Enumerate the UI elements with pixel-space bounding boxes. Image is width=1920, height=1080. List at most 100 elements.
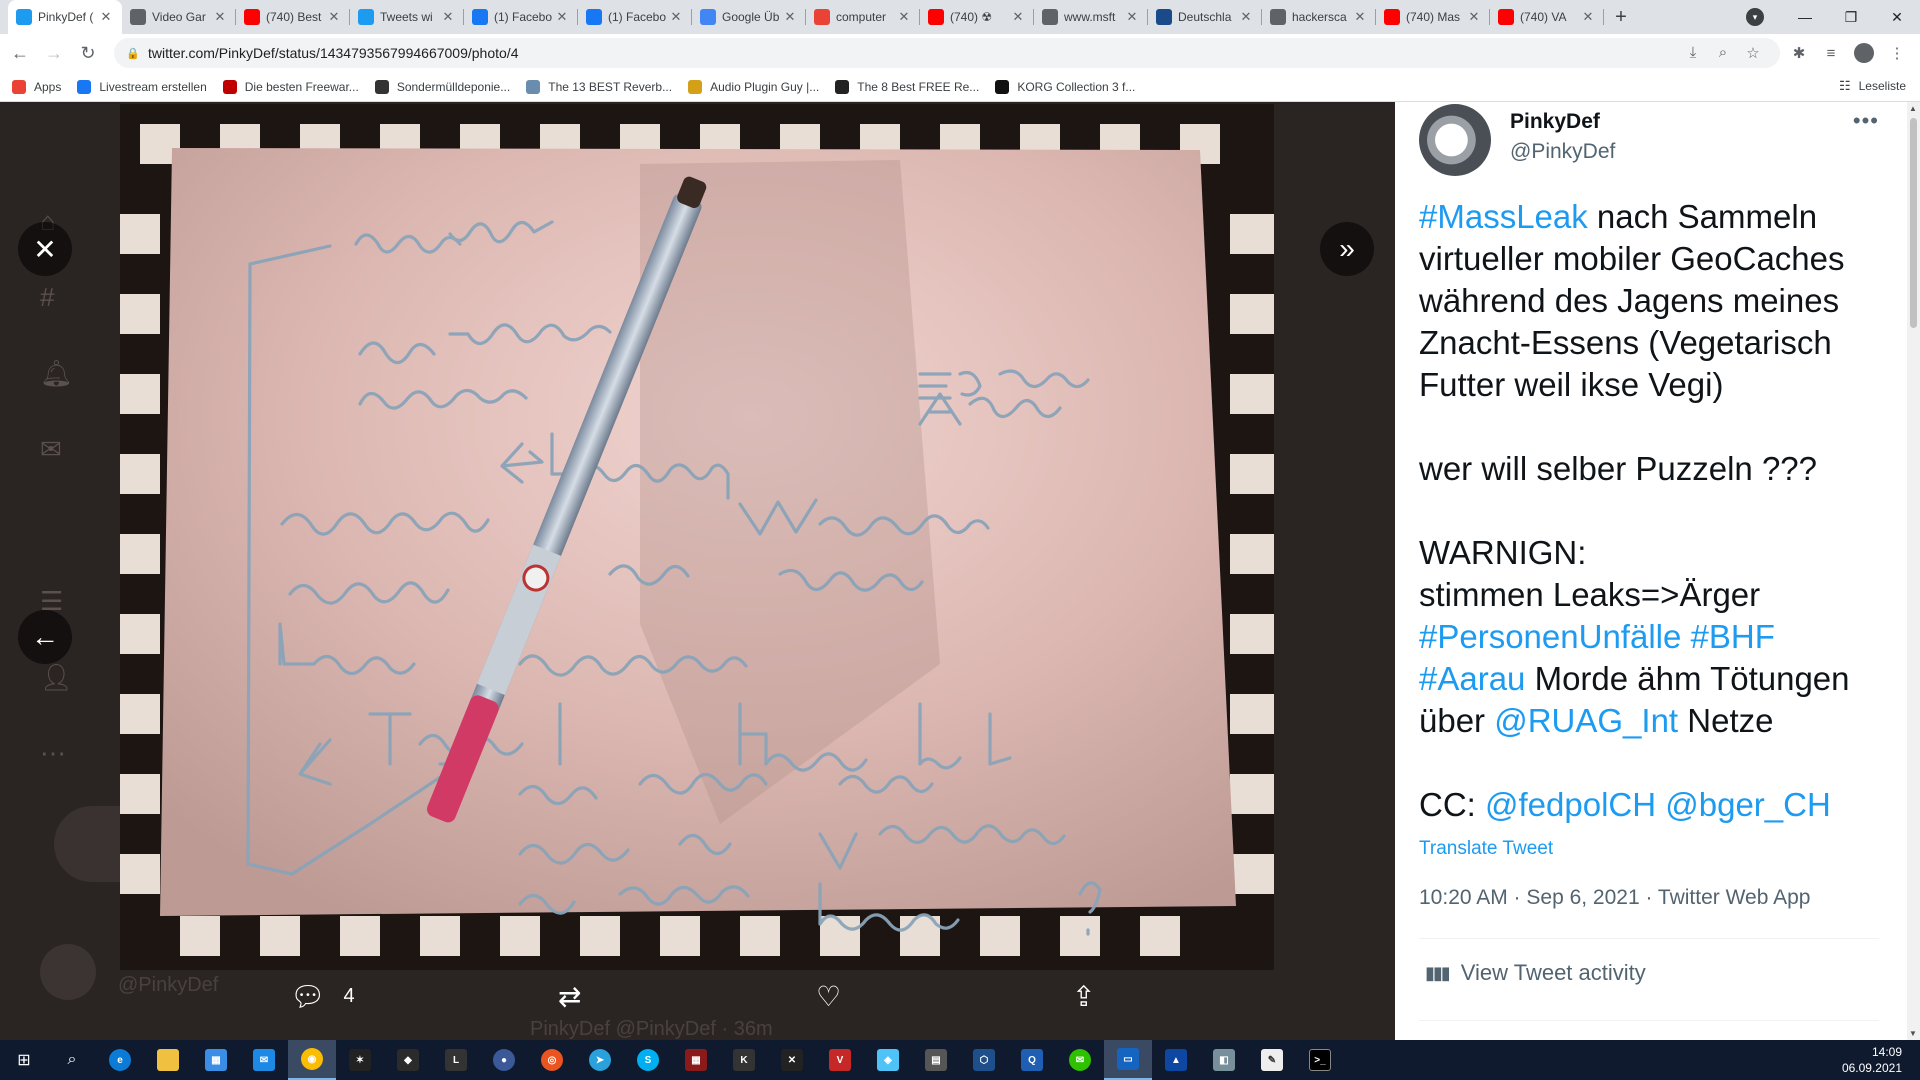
browser-tab[interactable]: Tweets wi ✕: [350, 0, 464, 34]
taskbar-app-7[interactable]: ▤: [912, 1040, 960, 1080]
browser-tab[interactable]: Video Gar ✕: [122, 0, 236, 34]
browser-tab[interactable]: (740) VA ✕: [1490, 0, 1604, 34]
close-tab-icon[interactable]: ✕: [212, 9, 228, 25]
hashtag-personenunfaelle[interactable]: #PersonenUnfälle: [1419, 618, 1681, 655]
bookmark-item[interactable]: Die besten Freewar...: [222, 79, 359, 94]
browser-tab[interactable]: (1) Facebo ✕: [464, 0, 578, 34]
taskbar-chrome[interactable]: ◉: [288, 1040, 336, 1080]
taskbar-app-1[interactable]: ✶: [336, 1040, 384, 1080]
browser-tab[interactable]: (740) Mas ✕: [1376, 0, 1490, 34]
taskbar-app-2[interactable]: ◆: [384, 1040, 432, 1080]
chrome-menu-icon[interactable]: ⋮: [1888, 44, 1906, 62]
more-options-icon[interactable]: •••: [1853, 108, 1879, 134]
page-scrollbar[interactable]: ▲ ▼: [1907, 102, 1920, 1040]
previous-photo-button[interactable]: ←: [18, 610, 72, 664]
taskbar-app-12[interactable]: ✎: [1248, 1040, 1296, 1080]
expand-sidebar-button[interactable]: »: [1320, 222, 1374, 276]
taskbar-app-6[interactable]: ◈: [864, 1040, 912, 1080]
browser-tab[interactable]: computer ✕: [806, 0, 920, 34]
taskbar-app-5[interactable]: ✕: [768, 1040, 816, 1080]
browser-tab[interactable]: Deutschla ✕: [1148, 0, 1262, 34]
display-name[interactable]: PinkyDef: [1510, 110, 1600, 134]
taskbar-app-9[interactable]: ▭: [1104, 1040, 1152, 1080]
bookmark-item[interactable]: Apps: [12, 79, 61, 94]
hashtag-bhf[interactable]: #BHF: [1691, 618, 1775, 655]
translate-tweet-link[interactable]: Translate Tweet: [1419, 838, 1553, 860]
taskbar-wechat[interactable]: ✉: [1056, 1040, 1104, 1080]
browser-tab[interactable]: hackersca ✕: [1262, 0, 1376, 34]
close-tab-icon[interactable]: ✕: [1238, 9, 1254, 25]
taskbar-voicemeeter[interactable]: V: [816, 1040, 864, 1080]
taskbar-mail[interactable]: ✉: [240, 1040, 288, 1080]
browser-tab[interactable]: (740) Best ✕: [236, 0, 350, 34]
bookmark-item[interactable]: The 8 Best FREE Re...: [835, 79, 979, 94]
bookmark-star-icon[interactable]: ☆: [1744, 44, 1762, 62]
reading-list[interactable]: ☷ Leseliste: [1839, 78, 1906, 94]
browser-tab[interactable]: Google Üb ✕: [692, 0, 806, 34]
close-tab-icon[interactable]: ✕: [1352, 9, 1368, 25]
view-activity-button[interactable]: ▮▮▮ View Tweet activity: [1425, 960, 1646, 986]
forward-button[interactable]: →: [40, 39, 68, 67]
taskbar-app-4[interactable]: ▦: [672, 1040, 720, 1080]
close-tab-icon[interactable]: ✕: [1580, 9, 1596, 25]
reply-button[interactable]: 💬︎ 4: [290, 980, 355, 1013]
taskbar-skype[interactable]: S: [624, 1040, 672, 1080]
taskbar-live[interactable]: L: [432, 1040, 480, 1080]
close-tab-icon[interactable]: ✕: [1466, 9, 1482, 25]
mention-bger[interactable]: @bger_CH: [1665, 786, 1831, 823]
browser-tab[interactable]: (1) Facebo ✕: [578, 0, 692, 34]
taskbar-terminal[interactable]: >_: [1296, 1040, 1344, 1080]
taskbar-app-11[interactable]: ◧: [1200, 1040, 1248, 1080]
address-bar[interactable]: 🔒 twitter.com/PinkyDef/status/1434793567…: [114, 38, 1780, 68]
taskbar-kali[interactable]: K: [720, 1040, 768, 1080]
taskbar-app-3[interactable]: ●: [480, 1040, 528, 1080]
taskbar-app-10[interactable]: ▲: [1152, 1040, 1200, 1080]
tweet-timestamp[interactable]: 10:20 AM · Sep 6, 2021 · Twitter Web App: [1419, 886, 1810, 910]
scrollbar-thumb[interactable]: [1910, 118, 1917, 328]
maximize-button[interactable]: ❐: [1828, 0, 1874, 34]
mention-fedpol[interactable]: @fedpolCH: [1485, 786, 1656, 823]
close-tab-icon[interactable]: ✕: [668, 9, 684, 25]
back-button[interactable]: ←: [6, 39, 34, 67]
close-tab-icon[interactable]: ✕: [554, 9, 570, 25]
close-photo-button[interactable]: ✕: [18, 222, 72, 276]
share-button[interactable]: ⇪: [1072, 980, 1113, 1013]
close-tab-icon[interactable]: ✕: [896, 9, 912, 25]
profile-avatar-pinkydef[interactable]: [1419, 104, 1491, 176]
hashtag-massleak[interactable]: #MassLeak: [1419, 198, 1588, 235]
taskbar-virtualbox[interactable]: ⬡: [960, 1040, 1008, 1080]
hashtag-aarau[interactable]: #Aarau: [1419, 660, 1525, 697]
scroll-down-icon[interactable]: ▼: [1909, 1029, 1917, 1038]
close-tab-icon[interactable]: ✕: [1010, 9, 1026, 25]
bookmark-item[interactable]: Livestream erstellen: [77, 79, 207, 94]
taskbar-store[interactable]: ▦: [192, 1040, 240, 1080]
browser-tab[interactable]: (740) ☢ ✕: [920, 0, 1034, 34]
taskbar-edge[interactable]: e: [96, 1040, 144, 1080]
media-queue-icon[interactable]: ≡: [1822, 45, 1840, 62]
scroll-up-icon[interactable]: ▲: [1909, 104, 1917, 113]
close-tab-icon[interactable]: ✕: [782, 9, 798, 25]
tab-search-icon[interactable]: ▾: [1746, 8, 1764, 26]
close-tab-icon[interactable]: ✕: [1124, 9, 1140, 25]
taskbar-explorer[interactable]: [144, 1040, 192, 1080]
bookmark-item[interactable]: Sondermülldeponie...: [374, 79, 510, 94]
zoom-icon[interactable]: ⌕: [1714, 44, 1732, 62]
taskbar-ubuntu[interactable]: ◎: [528, 1040, 576, 1080]
tweet-photo[interactable]: [120, 104, 1274, 970]
browser-tab[interactable]: www.msft ✕: [1034, 0, 1148, 34]
new-tab-button[interactable]: +: [1604, 0, 1638, 34]
profile-avatar[interactable]: [1854, 43, 1874, 63]
taskbar-telegram[interactable]: ➤: [576, 1040, 624, 1080]
close-tab-icon[interactable]: ✕: [326, 9, 342, 25]
browser-tab[interactable]: PinkyDef (✕: [8, 0, 122, 34]
extensions-puzzle-icon[interactable]: ✱: [1790, 44, 1808, 62]
close-window-button[interactable]: ✕: [1874, 0, 1920, 34]
install-app-icon[interactable]: ⤓: [1684, 44, 1702, 62]
taskbar-app-8[interactable]: Q: [1008, 1040, 1056, 1080]
bookmark-item[interactable]: The 13 BEST Reverb...: [526, 79, 672, 94]
user-handle[interactable]: @PinkyDef: [1510, 140, 1615, 164]
search-button[interactable]: ⌕: [48, 1040, 96, 1080]
minimize-button[interactable]: —: [1782, 0, 1828, 34]
start-button[interactable]: ⊞: [0, 1040, 48, 1080]
mention-ruag[interactable]: @RUAG_Int: [1494, 702, 1678, 739]
